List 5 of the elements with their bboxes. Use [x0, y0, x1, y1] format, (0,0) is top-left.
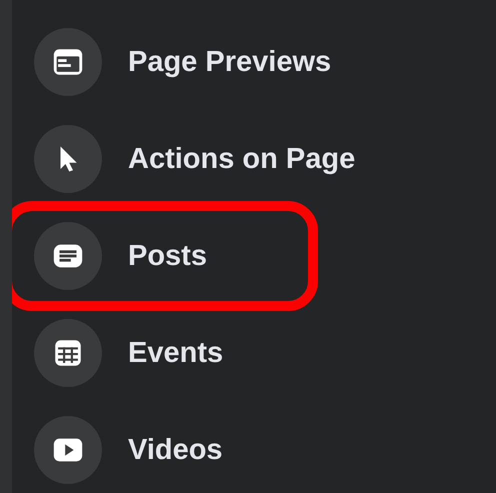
menu-item[interactable]: Posts [12, 211, 308, 301]
menu-item[interactable]: Actions on Page [12, 114, 368, 204]
menu-item[interactable]: Page Previews [12, 17, 344, 107]
menu-item[interactable]: Events [12, 308, 308, 398]
menu-item[interactable]: Videos [12, 405, 308, 493]
